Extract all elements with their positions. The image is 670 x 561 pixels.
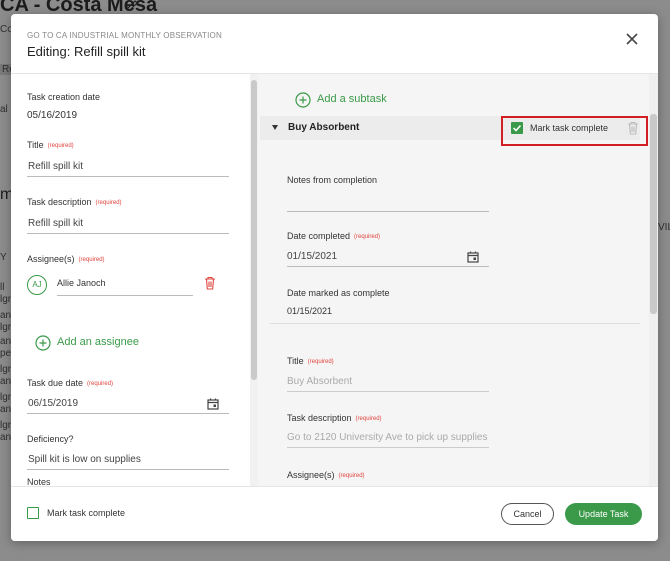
add-subtask-icon[interactable] xyxy=(295,92,311,108)
subtask-assignees-label: Assignee(s) (required) xyxy=(287,470,365,480)
date-marked-value: 01/15/2021 xyxy=(287,306,333,316)
description-label: Task description (required) xyxy=(27,197,122,207)
due-date-input[interactable]: 06/15/2019 xyxy=(27,396,229,414)
checkbox-checked-icon[interactable] xyxy=(511,122,523,134)
task-details-panel: Task creation date 05/16/2019 Title (requ… xyxy=(11,74,257,486)
add-assignee-link[interactable]: Add an assignee xyxy=(57,336,139,348)
scrollbar-thumb[interactable] xyxy=(650,114,657,314)
avatar: AJ xyxy=(27,275,47,295)
assignees-label: Assignee(s) (required) xyxy=(27,254,105,264)
trash-icon[interactable] xyxy=(627,121,639,135)
completion-notes-label: Notes from completion xyxy=(287,175,378,185)
left-scrollbar[interactable] xyxy=(250,74,258,486)
creation-date-label: Task creation date xyxy=(27,92,101,102)
scrollbar-thumb[interactable] xyxy=(251,80,257,380)
subtask-mark-complete-label[interactable]: Mark task complete xyxy=(530,123,608,133)
deficiency-input[interactable]: Spill kit is low on supplies xyxy=(27,452,229,470)
date-completed-label: Date completed (required) xyxy=(287,231,381,241)
trash-icon[interactable] xyxy=(204,276,216,290)
caret-down-icon[interactable] xyxy=(272,125,278,130)
subtask-description-input[interactable]: Go to 2120 University Ave to pick up sup… xyxy=(287,430,489,448)
subtask-title-input[interactable]: Buy Absorbent xyxy=(287,374,489,392)
update-task-button[interactable]: Update Task xyxy=(565,503,642,525)
creation-date-value: 05/16/2019 xyxy=(27,110,78,121)
add-assignee-icon[interactable] xyxy=(35,335,51,351)
modal-subtitle: GO TO CA INDUSTRIAL MONTHLY OBSERVATION xyxy=(27,31,222,40)
right-scrollbar[interactable] xyxy=(649,74,658,486)
checkbox-unchecked-icon[interactable] xyxy=(27,507,39,519)
add-subtask-link[interactable]: Add a subtask xyxy=(317,93,387,105)
subtask-title-label: Title (required) xyxy=(287,356,334,366)
title-input[interactable]: Refill spill kit xyxy=(27,159,229,177)
modal-header: GO TO CA INDUSTRIAL MONTHLY OBSERVATION … xyxy=(11,14,658,74)
divider xyxy=(270,323,640,324)
date-completed-input[interactable]: 01/15/2021 xyxy=(287,249,489,267)
mark-complete-label[interactable]: Mark task complete xyxy=(47,508,125,518)
date-marked-label: Date marked as complete xyxy=(287,288,390,298)
edit-task-modal: GO TO CA INDUSTRIAL MONTHLY OBSERVATION … xyxy=(11,14,658,541)
modal-footer: Mark task complete Cancel Update Task xyxy=(11,486,658,541)
deficiency-label: Deficiency? xyxy=(27,434,74,444)
subtask-panel: Add a subtask Buy Absorbent Mark task co… xyxy=(258,74,658,486)
completion-notes-input[interactable] xyxy=(287,194,489,212)
close-icon[interactable] xyxy=(623,30,641,48)
assignee-name[interactable]: Allie Janoch xyxy=(57,278,193,296)
subtask-title: Buy Absorbent xyxy=(288,122,360,133)
calendar-icon[interactable] xyxy=(207,398,219,410)
calendar-icon[interactable] xyxy=(467,251,479,263)
title-label: Title (required) xyxy=(27,140,74,150)
subtask-description-label: Task description (required) xyxy=(287,413,382,423)
cancel-button[interactable]: Cancel xyxy=(501,503,554,525)
description-input[interactable]: Refill spill kit xyxy=(27,216,229,234)
notes-label: Notes xyxy=(27,477,51,486)
modal-title: Editing: Refill spill kit xyxy=(27,44,146,59)
due-date-label: Task due date (required) xyxy=(27,378,114,388)
